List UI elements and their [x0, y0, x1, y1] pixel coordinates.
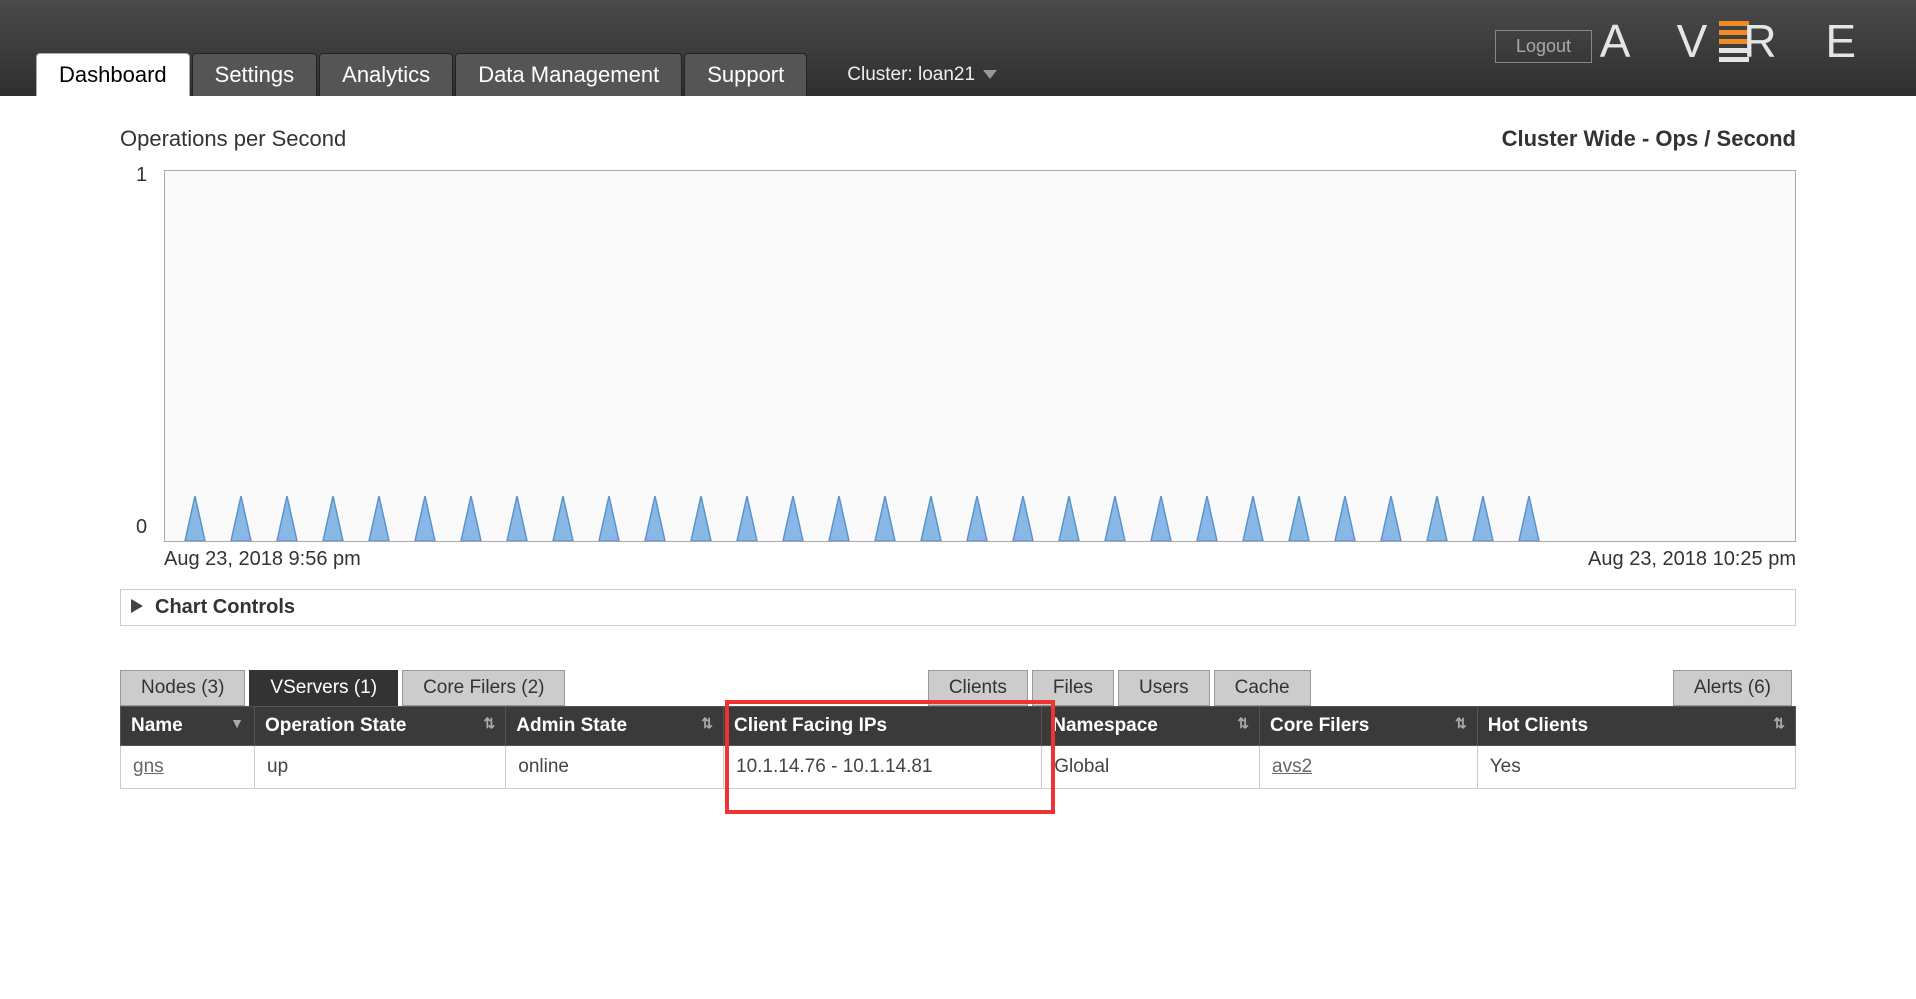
chart-spikes: [165, 481, 1565, 541]
col-namespace[interactable]: Namespace⇅: [1042, 707, 1260, 746]
x-axis-start: Aug 23, 2018 9:56 pm: [164, 548, 361, 571]
panel-tabs-row: Nodes (3) VServers (1) Core Filers (2) C…: [120, 670, 1796, 706]
panel-tabs-left: Nodes (3) VServers (1) Core Filers (2): [120, 670, 569, 706]
cluster-label-text: Cluster: loan21: [847, 64, 975, 86]
nav-tabs: Dashboard Settings Analytics Data Manage…: [36, 53, 997, 96]
tab-files[interactable]: Files: [1032, 670, 1114, 706]
tab-users[interactable]: Users: [1118, 670, 1210, 706]
tab-vservers[interactable]: VServers (1): [249, 670, 398, 706]
tab-settings[interactable]: Settings: [192, 53, 318, 96]
chart-controls-toggle[interactable]: Chart Controls: [120, 589, 1796, 626]
cell-admin-state: online: [506, 746, 724, 789]
sort-icon: ▼: [230, 715, 244, 731]
tab-cache[interactable]: Cache: [1214, 670, 1311, 706]
col-name[interactable]: Name▼: [121, 707, 255, 746]
triangle-right-icon: [131, 596, 143, 619]
avere-logo: A V R E: [1600, 14, 1874, 68]
x-axis-labels: Aug 23, 2018 9:56 pm Aug 23, 2018 10:25 …: [164, 548, 1796, 571]
sort-icon: ⇅: [484, 715, 496, 732]
col-hot-clients[interactable]: Hot Clients⇅: [1477, 707, 1795, 746]
sort-icon: ⇅: [1773, 715, 1785, 732]
vserver-link[interactable]: gns: [133, 756, 164, 777]
chart-title-right: Cluster Wide - Ops / Second: [1502, 126, 1796, 152]
chart-title-left: Operations per Second: [120, 126, 346, 152]
logout-button[interactable]: Logout: [1495, 30, 1592, 63]
tab-clients[interactable]: Clients: [928, 670, 1028, 706]
tab-analytics[interactable]: Analytics: [319, 53, 453, 96]
cell-core-filers: avs2: [1260, 746, 1478, 789]
header-bar: Logout A V R E Dashboard Settings Analyt…: [0, 0, 1916, 96]
cell-operation-state: up: [255, 746, 506, 789]
sort-icon: ⇅: [1237, 715, 1249, 732]
chart-controls-label: Chart Controls: [155, 596, 295, 619]
tab-dashboard[interactable]: Dashboard: [36, 53, 190, 96]
chart-plot[interactable]: [164, 170, 1796, 542]
tab-support[interactable]: Support: [684, 53, 807, 96]
panel-tabs-right: Alerts (6): [1673, 670, 1796, 706]
col-client-facing-ips[interactable]: Client Facing IPs: [724, 707, 1042, 746]
vservers-table: Name▼ Operation State⇅ Admin State⇅ Clie…: [120, 706, 1796, 789]
tab-data-management[interactable]: Data Management: [455, 53, 682, 96]
table-wrapper: Name▼ Operation State⇅ Admin State⇅ Clie…: [120, 706, 1796, 789]
y-axis-max: 1: [136, 164, 147, 187]
tab-nodes[interactable]: Nodes (3): [120, 670, 245, 706]
cell-client-facing-ips: 10.1.14.76 - 10.1.14.81: [724, 746, 1042, 789]
table-header-row: Name▼ Operation State⇅ Admin State⇅ Clie…: [121, 707, 1796, 746]
col-admin-state[interactable]: Admin State⇅: [506, 707, 724, 746]
core-filer-link[interactable]: avs2: [1272, 756, 1312, 777]
y-axis-min: 0: [136, 516, 147, 539]
table-row: gns up online 10.1.14.76 - 10.1.14.81 Gl…: [121, 746, 1796, 789]
cell-hot-clients: Yes: [1477, 746, 1795, 789]
chart-title-row: Operations per Second Cluster Wide - Ops…: [120, 126, 1796, 152]
col-core-filers[interactable]: Core Filers⇅: [1260, 707, 1478, 746]
x-axis-end: Aug 23, 2018 10:25 pm: [1588, 548, 1796, 571]
cell-name: gns: [121, 746, 255, 789]
col-operation-state[interactable]: Operation State⇅: [255, 707, 506, 746]
tab-alerts[interactable]: Alerts (6): [1673, 670, 1792, 706]
tab-core-filers[interactable]: Core Filers (2): [402, 670, 565, 706]
content-area: Operations per Second Cluster Wide - Ops…: [0, 96, 1916, 829]
sort-icon: ⇅: [701, 715, 713, 732]
chart-area: 1 0 Aug 23, 2018 9:56 pm Aug 23, 2018 10…: [164, 170, 1796, 571]
sort-icon: ⇅: [1455, 715, 1467, 732]
cluster-selector[interactable]: Cluster: loan21: [847, 64, 997, 96]
cell-namespace: Global: [1042, 746, 1260, 789]
chevron-down-icon: [983, 64, 997, 86]
panel-tabs-mid: Clients Files Users Cache: [928, 670, 1315, 706]
